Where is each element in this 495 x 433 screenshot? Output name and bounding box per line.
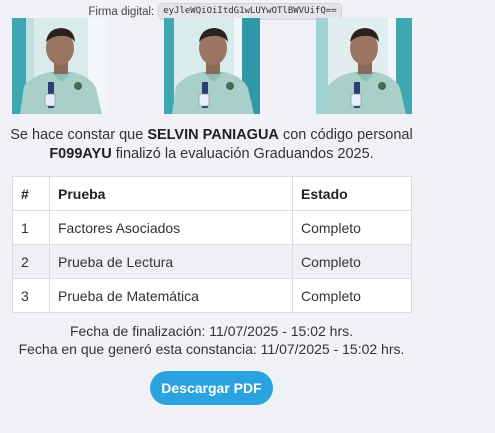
table-row: 2 Prueba de Lectura Completo [12, 244, 412, 279]
statement-suffix: finalizó la evaluación Graduandos 2025. [115, 146, 374, 162]
row-number: 3 [12, 278, 50, 313]
student-photo-2 [164, 18, 260, 114]
table-header-row: # Prueba Estado [12, 176, 412, 211]
row-status: Completo [292, 278, 412, 313]
photo-strip [12, 18, 412, 114]
table-row: 1 Factores Asociados Completo [12, 210, 412, 245]
personal-code: F099AYU [49, 146, 112, 162]
finish-date: Fecha de finalización: 11/07/2025 - 15:0… [69, 323, 354, 339]
student-name: SELVIN PANIAGUA [147, 127, 279, 143]
column-header-status: Estado [292, 176, 412, 211]
download-pdf-button[interactable]: Descargar PDF [150, 371, 273, 405]
row-test: Prueba de Lectura [49, 244, 293, 279]
row-number: 2 [12, 244, 50, 279]
row-status: Completo [292, 244, 412, 279]
student-photo-1 [12, 18, 108, 114]
table-row: 3 Prueba de Matemática Completo [12, 278, 412, 313]
generated-date: Fecha en que generó esta constancia: 11/… [18, 341, 405, 357]
statement-middle: con código personal [282, 127, 413, 143]
row-number: 1 [12, 210, 50, 245]
row-test: Prueba de Matemática [49, 278, 293, 313]
completion-statement: Se hace constar que SELVIN PANIAGUA con … [0, 126, 423, 164]
signature-label: Firma digital: [88, 5, 155, 18]
column-header-number: # [12, 176, 50, 211]
statement-prefix: Se hace constar que [10, 127, 144, 143]
dates-block: Fecha de finalización: 11/07/2025 - 15:0… [0, 322, 423, 358]
student-photo-3 [316, 18, 412, 114]
results-table: # Prueba Estado 1 Factores Asociados Com… [12, 176, 412, 313]
column-header-test: Prueba [49, 176, 293, 211]
row-status: Completo [292, 210, 412, 245]
row-test: Factores Asociados [49, 210, 293, 245]
